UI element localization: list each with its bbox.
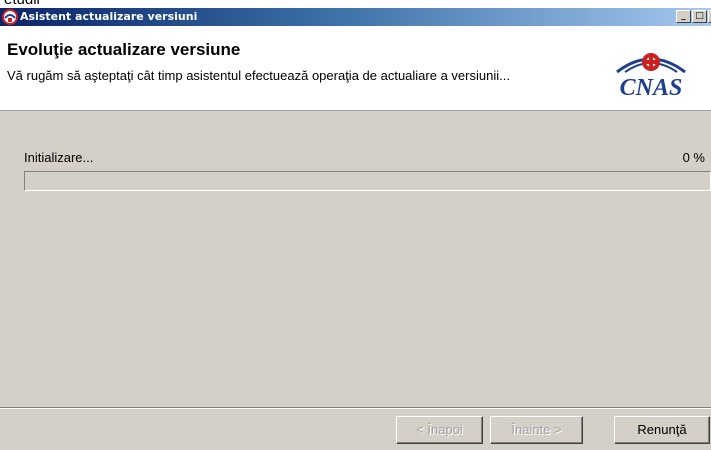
title-bar[interactable]: Asistent actualizare versiuni _ □ <box>0 8 711 26</box>
minimize-button[interactable]: _ <box>676 10 691 23</box>
cancel-button[interactable]: Renunţă <box>614 416 710 444</box>
background-text-fragment: etudii <box>4 0 40 8</box>
button-separator <box>0 407 711 409</box>
wizard-header: Evoluţie actualizare versiune Vă rugăm s… <box>0 26 711 111</box>
next-button[interactable]: Înainte > <box>490 416 583 444</box>
page-subtitle: Vă rugăm să aşteptaţi cât timp asistentu… <box>7 68 510 83</box>
background-window-strip: etudii <box>0 0 711 8</box>
maximize-button[interactable]: □ <box>692 10 707 23</box>
window-title: Asistent actualizare versiuni <box>20 10 198 23</box>
logo-text: CNAS <box>620 75 683 100</box>
progress-status-label: Initializare... <box>24 150 94 165</box>
back-button[interactable]: < Înapoi <box>396 416 483 444</box>
progress-percent-label: 0 % <box>682 150 705 165</box>
wizard-window: Asistent actualizare versiuni _ □ Evoluţ… <box>0 8 711 450</box>
cnas-logo: CNAS <box>616 53 686 100</box>
app-icon <box>2 9 18 25</box>
progress-bar <box>24 171 711 191</box>
page-title: Evoluţie actualizare versiune <box>7 40 241 59</box>
